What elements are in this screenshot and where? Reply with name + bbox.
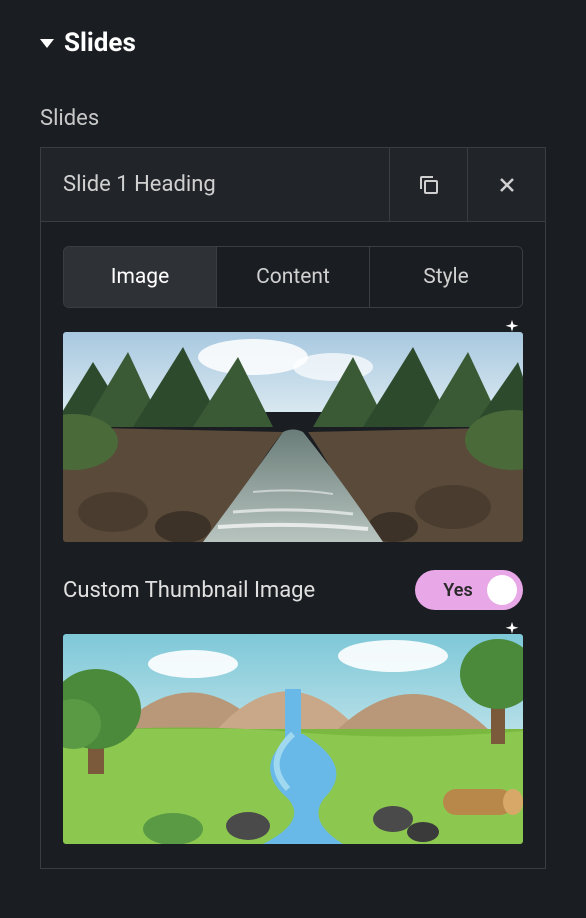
thumbnail-image-preview[interactable] [63,634,523,844]
slide-card: Slide 1 Heading Image Content Style [40,147,546,869]
remove-button[interactable] [467,148,545,221]
panel-title: Slides [64,28,136,58]
thumbnail-image-wrap [63,634,523,844]
section-label: Slides [40,106,546,131]
close-icon [495,173,519,197]
slide-tabs: Image Content Style [63,246,523,308]
duplicate-button[interactable] [389,148,467,221]
toggle-knob [487,575,517,605]
main-image-preview[interactable] [63,332,523,542]
collapse-triangle-icon [40,39,54,48]
main-image-wrap [63,332,523,542]
custom-thumbnail-toggle[interactable]: Yes [415,570,523,610]
cartoon-river-image [63,634,523,844]
slide-header: Slide 1 Heading [41,148,545,222]
custom-thumbnail-label: Custom Thumbnail Image [63,578,315,603]
slide-heading-input[interactable]: Slide 1 Heading [41,148,389,221]
toggle-yes-label: Yes [421,580,487,601]
custom-thumbnail-row: Custom Thumbnail Image Yes [63,570,523,610]
slide-body: Image Content Style [41,222,545,868]
forest-river-image [63,332,523,542]
duplicate-icon [417,173,441,197]
tab-image[interactable]: Image [64,247,216,307]
panel-header[interactable]: Slides [40,28,546,58]
tab-content[interactable]: Content [216,247,369,307]
tab-style[interactable]: Style [369,247,522,307]
